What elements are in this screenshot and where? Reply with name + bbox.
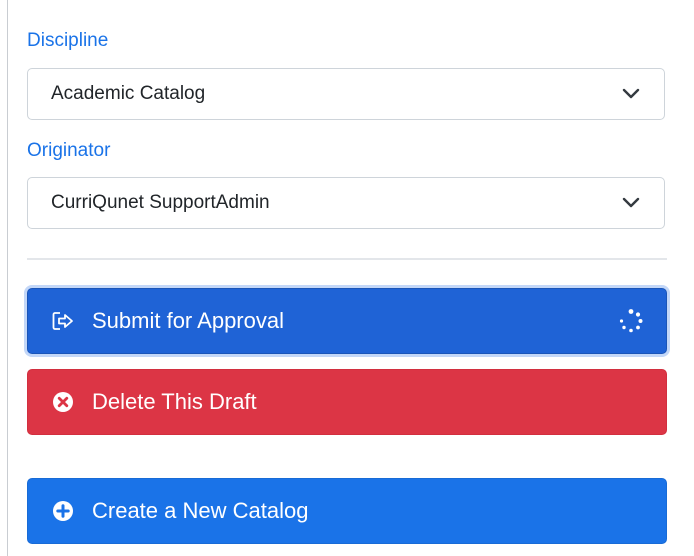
submit-button-label: Submit for Approval: [92, 308, 284, 333]
discipline-select[interactable]: Academic Catalog: [27, 68, 665, 120]
sign-out-icon: [52, 310, 74, 332]
panel-border: [7, 0, 8, 556]
originator-select[interactable]: CurriQunet SupportAdmin: [27, 177, 665, 229]
create-button-label: Create a New Catalog: [92, 498, 309, 523]
delete-button-label: Delete This Draft: [92, 389, 257, 414]
page: Discipline Academic Catalog Originator C…: [0, 0, 694, 556]
originator-label: Originator: [27, 140, 111, 161]
loading-spinner-icon: [619, 309, 643, 333]
times-circle-icon: [52, 391, 74, 413]
discipline-label: Discipline: [27, 30, 109, 51]
chevron-down-icon: [622, 88, 640, 99]
create-new-catalog-button[interactable]: Create a New Catalog: [27, 478, 667, 544]
discipline-selected-value: Academic Catalog: [51, 83, 206, 104]
plus-circle-icon: [52, 500, 74, 522]
delete-draft-button[interactable]: Delete This Draft: [27, 369, 667, 435]
submit-for-approval-button[interactable]: Submit for Approval: [27, 288, 667, 354]
chevron-down-icon: [622, 197, 640, 208]
originator-selected-value: CurriQunet SupportAdmin: [51, 192, 270, 213]
section-divider: [27, 258, 667, 260]
